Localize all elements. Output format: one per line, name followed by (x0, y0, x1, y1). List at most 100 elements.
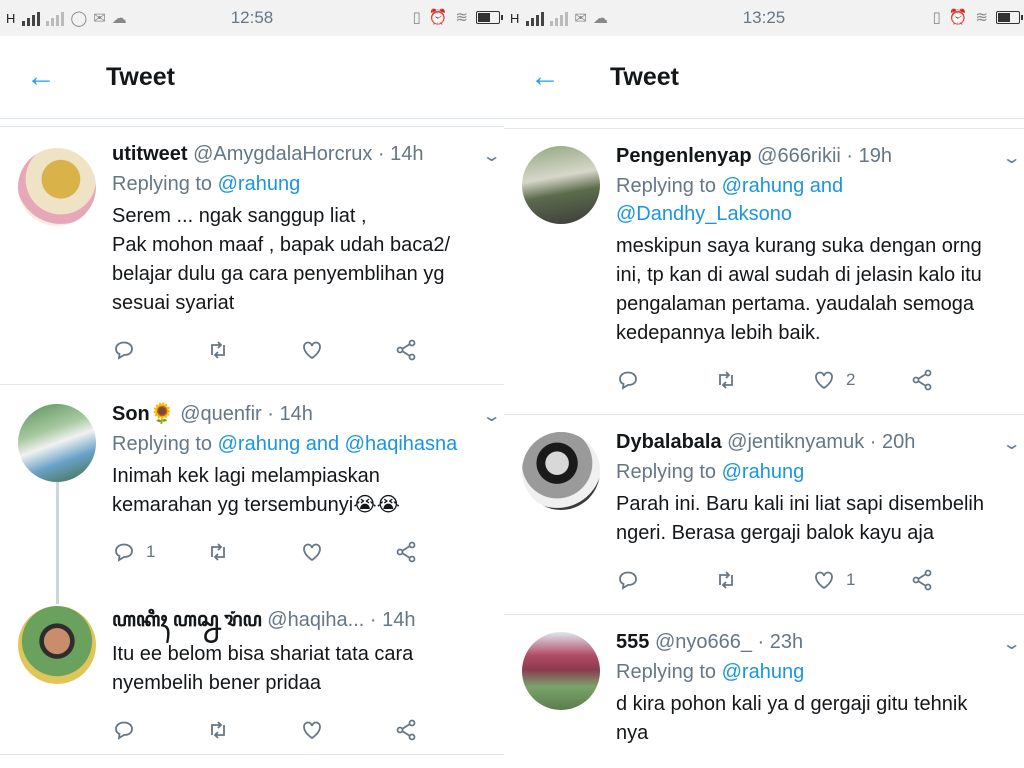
tweet-time: 14h (390, 143, 424, 165)
reply-icon (115, 341, 133, 360)
user-handle[interactable]: @666rikii (757, 145, 841, 167)
chevron-down-icon[interactable]: ⌄ (481, 146, 501, 166)
tweet-time: 19h (858, 145, 892, 167)
user-handle[interactable]: @AmygdalaHorcrux (193, 143, 372, 165)
user-name[interactable]: 555 (616, 631, 649, 653)
tweet-time: 20h (881, 431, 916, 453)
avatar[interactable] (18, 404, 96, 482)
reply-mention[interactable]: @rahung (218, 173, 301, 195)
divider (504, 128, 1024, 129)
user-handle[interactable]: @jentiknyamuk (727, 431, 864, 453)
reply-button[interactable] (112, 718, 206, 742)
share-button[interactable] (394, 338, 488, 362)
alarm-icon: ⏰ (948, 9, 968, 26)
reply-button[interactable] (616, 368, 714, 392)
vibrate-icon: ▯ (412, 9, 421, 26)
retweet-button[interactable] (206, 718, 300, 742)
tweet[interactable]: utitweet @AmygdalaHorcrux · 14h ⌄ Replyi… (0, 140, 504, 364)
user-name[interactable]: Dybalabala (616, 431, 722, 453)
back-arrow-icon[interactable]: ← (0, 60, 82, 94)
reply-icon (115, 721, 133, 740)
share-button[interactable] (910, 568, 1008, 592)
like-button[interactable] (300, 718, 394, 742)
reply-button[interactable] (112, 338, 206, 362)
avatar[interactable] (522, 632, 600, 710)
replying-to-label: Replying to (616, 175, 717, 197)
back-arrow-icon[interactable]: ← (504, 60, 586, 94)
wifi-icon: ≋ (455, 9, 468, 26)
left-screen: H ◯ ✉ ☁ 12:58 ▯ ⏰ ≋ ← Tweet utitweet @Am… (0, 0, 504, 768)
divider (0, 384, 504, 385)
replying-to-label: Replying to (616, 661, 717, 683)
share-button[interactable] (910, 368, 1008, 392)
retweet-icon (719, 571, 733, 589)
heart-icon (303, 543, 321, 562)
tweet-text: d kira pohon kali ya d gergaji gitu tehn… (616, 693, 968, 744)
tweet-actions: 1 (112, 538, 488, 566)
share-button[interactable] (394, 540, 488, 564)
like-button[interactable]: 2 (812, 368, 910, 392)
tweet[interactable]: Pengenlenyap @666rikii · 19h ⌄ Replying … (504, 142, 1024, 394)
avatar[interactable] (522, 146, 600, 224)
reply-icon (619, 571, 637, 590)
tweet[interactable]: 555 @nyo666_ · 23h ⌄ Replying to @rahung… (504, 628, 1024, 748)
retweet-button[interactable] (714, 368, 812, 392)
like-button[interactable]: 1 (812, 568, 910, 592)
user-name[interactable]: ꦲꦏꦶꦃ ꦲꦱ꧀ꦤ ꦫꦁꦥ (112, 609, 262, 631)
top-bar: ← Tweet (504, 36, 1024, 119)
reply-mention[interactable]: @rahung (722, 461, 805, 483)
avatar[interactable] (522, 432, 600, 510)
chevron-down-icon[interactable]: ⌄ (1001, 434, 1021, 454)
heart-icon (303, 721, 321, 740)
share-icon (396, 339, 416, 361)
share-button[interactable] (394, 718, 488, 742)
avatar[interactable] (18, 148, 96, 226)
heart-icon (815, 371, 833, 390)
tweet-text: Parah ini. Baru kali ini liat sapi disem… (616, 493, 984, 544)
share-icon (396, 541, 416, 563)
retweet-button[interactable] (206, 338, 300, 362)
user-handle[interactable]: @haqiha... (267, 609, 364, 631)
battery-icon (476, 10, 503, 24)
reply-button[interactable] (616, 568, 714, 592)
share-icon (912, 369, 932, 391)
tweet[interactable]: ꦲꦏꦶꦃ ꦲꦱ꧀ꦤ ꦫꦁꦥ @haqiha... · 14h ⌄ Itu ee … (0, 606, 504, 744)
retweet-button[interactable] (714, 568, 812, 592)
chevron-down-icon[interactable]: ⌄ (481, 406, 501, 426)
reply-button[interactable]: 1 (112, 540, 206, 564)
replying-to-label: Replying to (616, 461, 717, 483)
chevron-down-icon[interactable]: ⌄ (1001, 148, 1021, 168)
like-button[interactable] (300, 338, 394, 362)
user-handle[interactable]: @quenfir (180, 403, 261, 425)
user-name[interactable]: Son🌻 (112, 403, 175, 425)
avatar[interactable] (18, 606, 96, 684)
divider (504, 414, 1024, 415)
reply-mention[interactable]: @rahung and @haqihasna (218, 433, 458, 455)
divider (0, 126, 504, 127)
reply-mention[interactable]: @Dandhy_Laksono (616, 203, 792, 225)
like-button[interactable] (300, 540, 394, 564)
wifi-icon: ≋ (975, 9, 988, 26)
retweet-icon (211, 341, 225, 359)
reply-mention[interactable]: @rahung (722, 661, 805, 683)
tweet-actions: 2 (616, 366, 1008, 394)
page-title: Tweet (106, 62, 175, 91)
user-name[interactable]: utitweet (112, 143, 188, 165)
user-handle[interactable]: @nyo666_ (655, 631, 752, 653)
user-name[interactable]: Pengenlenyap (616, 145, 752, 167)
replying-to-label: Replying to (112, 433, 213, 455)
retweet-icon (719, 371, 733, 389)
chevron-down-icon[interactable]: ⌄ (1001, 634, 1021, 654)
battery-icon (996, 10, 1023, 24)
status-bar: H ◯ ✉ ☁ 12:58 ▯ ⏰ ≋ (0, 0, 504, 36)
tweet[interactable]: Dybalabala @jentiknyamuk · 20h ⌄ Replyin… (504, 428, 1024, 594)
tweet-text: Itu ee belom bisa shariat tata cara nyemb… (112, 643, 414, 694)
divider (0, 754, 504, 755)
retweet-button[interactable] (206, 540, 300, 564)
page-title: Tweet (610, 62, 679, 91)
tweet[interactable]: Son🌻 @quenfir · 14h ⌄ Replying to @rahun… (0, 400, 504, 566)
right-screen: H ✉ ☁ 13:25 ▯ ⏰ ≋ ← Tweet Pengenlenyap @… (504, 0, 1024, 768)
tweet-actions (112, 336, 488, 364)
retweet-icon (211, 721, 225, 739)
reply-mention[interactable]: @rahung and (722, 175, 844, 197)
